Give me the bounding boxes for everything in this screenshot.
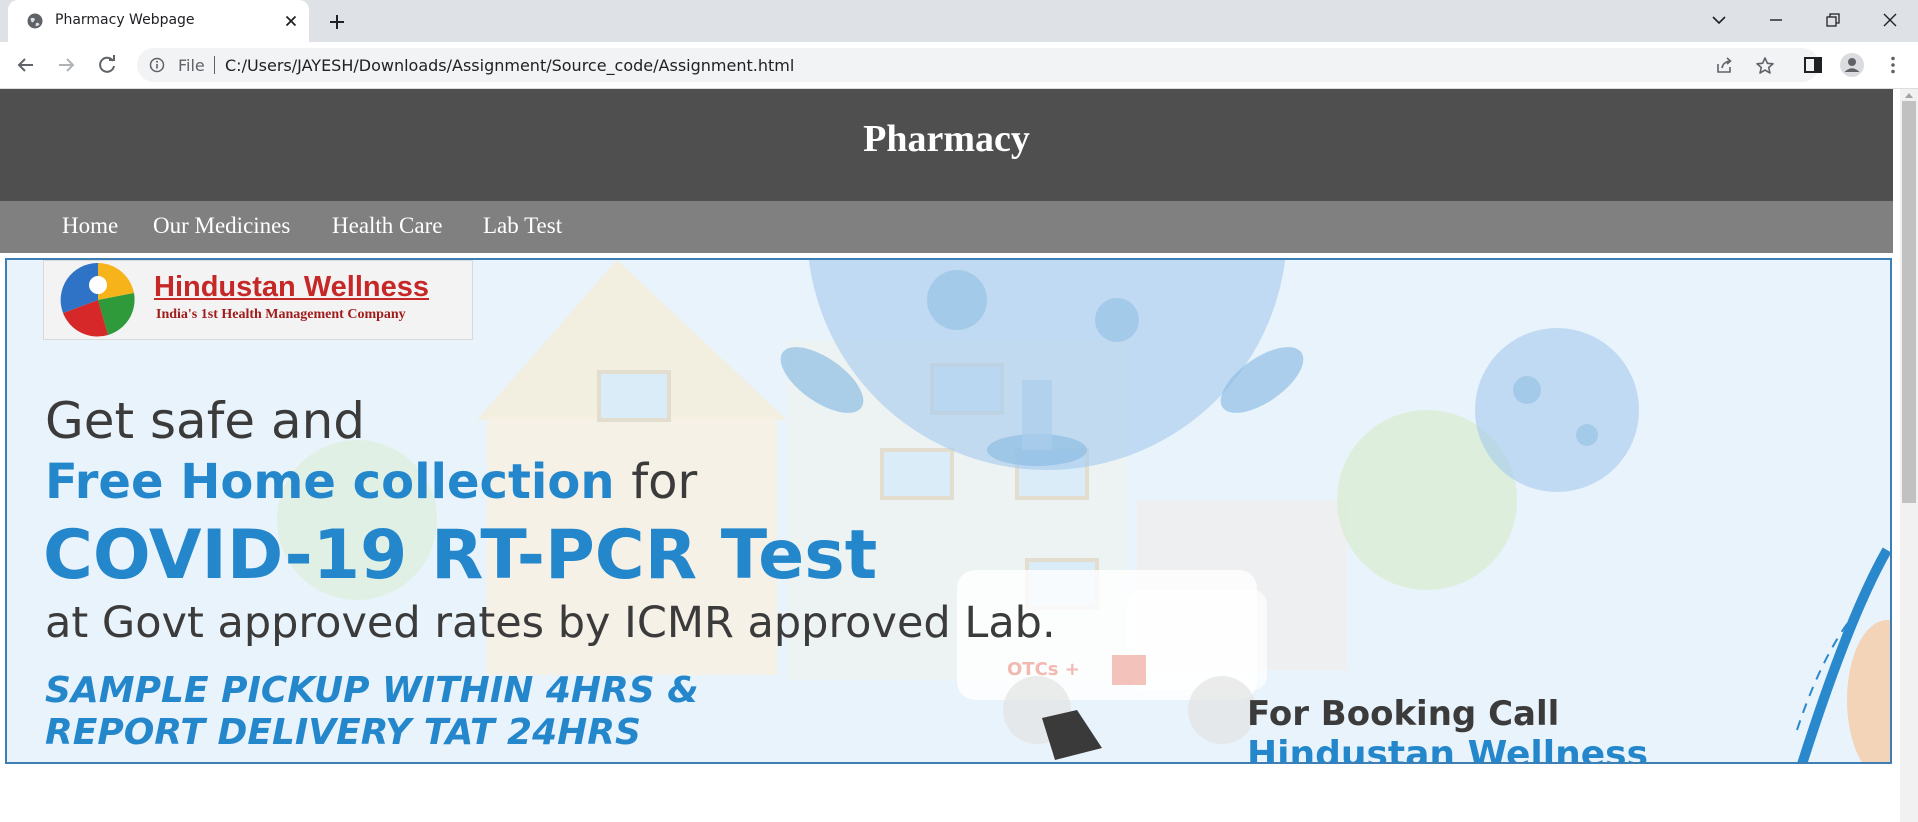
bookmark-star-icon[interactable] (1754, 55, 1776, 77)
banner-line-2-highlight: Free Home collection (45, 454, 615, 510)
info-icon[interactable] (149, 57, 165, 73)
new-tab-plus-icon[interactable] (324, 9, 350, 35)
forward-arrow-icon[interactable] (53, 52, 79, 78)
share-icon[interactable] (1713, 55, 1735, 77)
banner-delivery-line: REPORT DELIVERY TAT 24HRS (45, 712, 641, 753)
tab-title: Pharmacy Webpage (55, 12, 195, 28)
url-text[interactable]: C:/Users/JAYESH/Downloads/Assignment/Sou… (225, 56, 794, 75)
banner-line-4: at Govt approved rates by ICMR approved … (45, 598, 1056, 648)
banner-line-2: Free Home collection for (45, 454, 697, 510)
banner-line-2-rest: for (631, 454, 698, 510)
nav-lab-test[interactable]: Lab Test (483, 213, 562, 239)
covid-test-banner: OTCs + Hindustan Wellness India's 1st He… (5, 258, 1892, 764)
site-navigation: Home Our Medicines Health Care Lab Test (0, 201, 1893, 253)
nav-our-medicines[interactable]: Our Medicines (153, 213, 290, 239)
kebab-menu-icon[interactable] (1880, 52, 1906, 78)
booking-label: For Booking Call (1247, 694, 1560, 734)
nav-health-care[interactable]: Health Care (332, 213, 442, 239)
omnibox-divider (214, 56, 215, 74)
file-scheme-label: File (178, 56, 205, 75)
banner-headline: COVID-19 RT-PCR Test (43, 516, 878, 595)
address-bar[interactable]: File C:/Users/JAYESH/Downloads/Assignmen… (137, 48, 1819, 82)
page-title: Pharmacy (863, 118, 1030, 160)
close-icon[interactable] (280, 10, 302, 32)
browser-toolbar: File C:/Users/JAYESH/Downloads/Assignmen… (0, 42, 1918, 89)
section-heading-partial (0, 801, 10, 822)
page-viewport: Pharmacy Home Our Medicines Health Care … (0, 89, 1918, 822)
chevron-down-icon[interactable] (1705, 6, 1733, 34)
banner-line-1: Get safe and (45, 392, 366, 450)
globe-icon (27, 13, 43, 29)
window-close-icon[interactable] (1876, 6, 1904, 34)
back-arrow-icon[interactable] (13, 52, 39, 78)
nav-home[interactable]: Home (62, 213, 118, 239)
hindustan-wellness-logo: Hindustan Wellness India's 1st Health Ma… (43, 260, 473, 340)
minimize-icon[interactable] (1762, 6, 1790, 34)
logo-name: Hindustan Wellness (154, 271, 430, 303)
banner-pickup-line: SAMPLE PICKUP WITHIN 4HRS & (45, 670, 699, 711)
browser-tab[interactable]: Pharmacy Webpage (8, 0, 309, 42)
van-text: OTCs + (1007, 659, 1080, 680)
site-header: Pharmacy (0, 89, 1893, 201)
hindustan-wellness-logo-mark-icon (60, 263, 135, 337)
reload-icon[interactable] (94, 52, 120, 78)
side-panel-icon[interactable] (1800, 52, 1826, 78)
profile-avatar-icon[interactable] (1839, 52, 1865, 78)
scrollbar-thumb[interactable] (1902, 101, 1916, 503)
scroll-up-arrow-icon[interactable] (1905, 93, 1913, 98)
tab-strip: Pharmacy Webpage (0, 0, 1918, 42)
restore-icon[interactable] (1819, 6, 1847, 34)
booking-name: Hindustan Wellness (1247, 734, 1649, 764)
logo-tagline: India's 1st Health Management Company (156, 307, 406, 322)
